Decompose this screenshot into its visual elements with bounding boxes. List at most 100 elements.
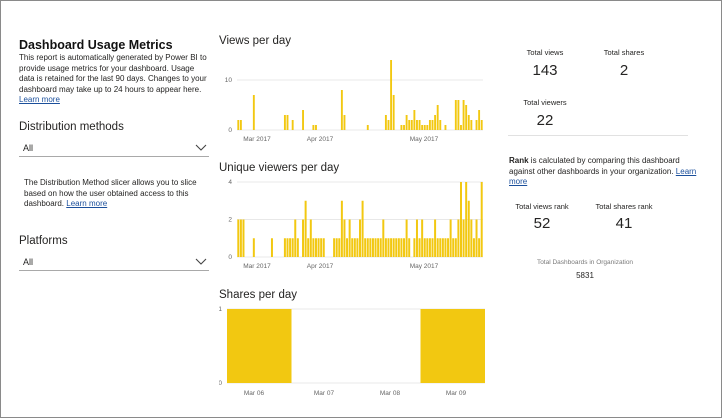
learn-more-link[interactable]: Learn more xyxy=(19,95,60,104)
distribution-learn-more-link[interactable]: Learn more xyxy=(66,199,107,208)
bar[interactable] xyxy=(444,238,447,257)
bar[interactable] xyxy=(413,110,416,130)
bar[interactable] xyxy=(359,219,361,258)
bar[interactable] xyxy=(314,238,317,257)
bar[interactable] xyxy=(346,238,349,257)
bar[interactable] xyxy=(460,125,462,130)
bar[interactable] xyxy=(441,238,444,257)
bar[interactable] xyxy=(364,238,367,257)
bar[interactable] xyxy=(454,238,457,257)
bar[interactable] xyxy=(436,105,439,130)
bar[interactable] xyxy=(397,238,400,257)
bar[interactable] xyxy=(333,238,336,257)
bar[interactable] xyxy=(475,219,478,258)
bar[interactable] xyxy=(309,219,312,258)
bar[interactable] xyxy=(478,110,481,130)
bar[interactable] xyxy=(439,238,442,257)
bar[interactable] xyxy=(420,309,486,383)
bar[interactable] xyxy=(465,105,468,130)
bar[interactable] xyxy=(418,238,421,257)
bar[interactable] xyxy=(320,238,323,257)
bar[interactable] xyxy=(439,120,442,130)
bar[interactable] xyxy=(237,219,240,258)
platforms-dropdown[interactable]: All xyxy=(19,255,209,271)
bar[interactable] xyxy=(392,95,395,130)
bar[interactable] xyxy=(472,238,475,257)
bar[interactable] xyxy=(312,125,315,130)
bar[interactable] xyxy=(457,219,460,258)
bar[interactable] xyxy=(410,120,413,130)
bar[interactable] xyxy=(286,238,289,257)
bar[interactable] xyxy=(444,125,447,130)
distribution-dropdown[interactable]: All xyxy=(19,141,209,157)
bar[interactable] xyxy=(356,238,359,257)
bar[interactable] xyxy=(317,238,320,257)
bar[interactable] xyxy=(369,238,372,257)
bar[interactable] xyxy=(304,200,307,257)
bar[interactable] xyxy=(467,200,470,257)
bar[interactable] xyxy=(335,238,338,257)
bar[interactable] xyxy=(480,182,483,257)
bar[interactable] xyxy=(296,238,299,257)
bar[interactable] xyxy=(366,238,369,257)
bar[interactable] xyxy=(470,120,473,130)
bar[interactable] xyxy=(462,219,465,258)
bar[interactable] xyxy=(239,219,242,258)
bar[interactable] xyxy=(434,219,437,258)
bar[interactable] xyxy=(415,219,418,258)
bar[interactable] xyxy=(377,238,380,257)
bar[interactable] xyxy=(416,120,418,130)
bar[interactable] xyxy=(462,100,465,130)
bar[interactable] xyxy=(428,120,431,130)
bar[interactable] xyxy=(374,238,377,257)
shares-per-day-chart[interactable]: 0 1 Mar 06 Mar 07 Mar 08 Mar 09 xyxy=(219,303,487,403)
bar[interactable] xyxy=(384,238,387,257)
bar[interactable] xyxy=(395,238,398,257)
bar[interactable] xyxy=(291,238,294,257)
bar[interactable] xyxy=(340,200,343,257)
bar[interactable] xyxy=(426,125,429,130)
bar[interactable] xyxy=(423,125,426,130)
bar[interactable] xyxy=(366,125,369,130)
bar[interactable] xyxy=(452,238,455,257)
bar[interactable] xyxy=(283,115,286,130)
bar[interactable] xyxy=(387,120,390,130)
bar[interactable] xyxy=(413,238,416,257)
bar[interactable] xyxy=(478,238,481,257)
bar[interactable] xyxy=(423,238,426,257)
bar[interactable] xyxy=(421,219,424,258)
bar[interactable] xyxy=(459,182,462,257)
bar[interactable] xyxy=(390,60,393,130)
bar[interactable] xyxy=(379,238,382,257)
bar[interactable] xyxy=(312,238,315,257)
bar[interactable] xyxy=(227,309,292,383)
bar[interactable] xyxy=(351,238,354,257)
bar[interactable] xyxy=(283,238,286,257)
bar[interactable] xyxy=(382,219,385,258)
bar[interactable] xyxy=(294,219,297,258)
bar[interactable] xyxy=(307,238,310,257)
bar[interactable] xyxy=(400,238,403,257)
bar[interactable] xyxy=(286,115,289,130)
bar[interactable] xyxy=(408,238,411,257)
bar[interactable] xyxy=(392,238,395,257)
bar[interactable] xyxy=(291,120,294,130)
bar[interactable] xyxy=(475,120,478,130)
bar[interactable] xyxy=(470,219,473,258)
bar[interactable] xyxy=(242,219,245,258)
bar[interactable] xyxy=(384,115,387,130)
bar[interactable] xyxy=(454,100,457,130)
bar[interactable] xyxy=(302,110,304,130)
bar[interactable] xyxy=(431,238,434,257)
bar[interactable] xyxy=(322,238,325,257)
bar[interactable] xyxy=(403,238,406,257)
bar[interactable] xyxy=(340,90,343,130)
bar[interactable] xyxy=(408,120,411,130)
bar[interactable] xyxy=(480,120,483,130)
unique-viewers-per-day-chart[interactable]: 0 2 4 Mar 2017 Apr 2017 May 2017 xyxy=(219,176,487,274)
bar[interactable] xyxy=(447,238,450,257)
bar[interactable] xyxy=(353,238,356,257)
bar[interactable] xyxy=(270,238,273,257)
bar[interactable] xyxy=(428,238,431,257)
bar[interactable] xyxy=(343,115,346,130)
